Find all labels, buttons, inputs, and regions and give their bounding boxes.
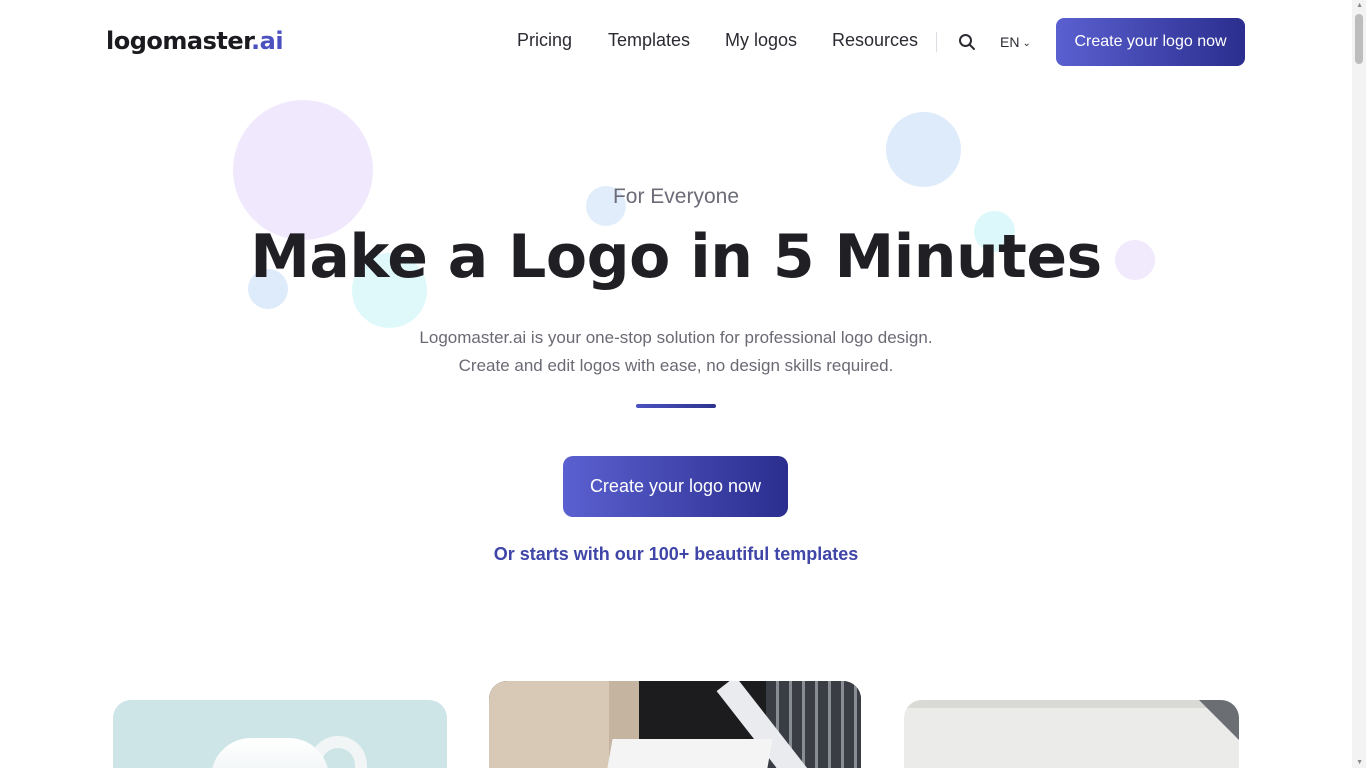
site-header: logomaster.ai Pricing Templates My logos… xyxy=(0,0,1352,84)
scrollbar-thumb[interactable] xyxy=(1355,14,1363,64)
building-wall-image xyxy=(489,681,609,768)
logo-main-text: logomaster xyxy=(106,27,252,55)
showcase-card-building[interactable] xyxy=(489,681,861,768)
showcase-card-paper[interactable] xyxy=(904,700,1239,768)
showcase-card-mug[interactable] xyxy=(113,700,447,768)
hero-subtitle-line-1: Logomaster.ai is your one-stop solution … xyxy=(419,328,933,347)
nav-resources[interactable]: Resources xyxy=(832,30,918,51)
header-create-logo-button[interactable]: Create your logo now xyxy=(1056,18,1245,66)
decor-circle xyxy=(233,100,373,240)
nav-templates[interactable]: Templates xyxy=(608,30,690,51)
scroll-down-arrow-icon[interactable]: ▼ xyxy=(1356,759,1363,766)
hero-headline: Make a Logo in 5 Minutes xyxy=(250,222,1102,292)
page-scrollbar[interactable]: ▲ ▼ xyxy=(1352,0,1366,768)
decor-circle xyxy=(886,112,961,187)
language-selector[interactable]: EN ⌄ xyxy=(1000,34,1031,50)
site-logo[interactable]: logomaster.ai xyxy=(106,27,284,55)
nav-my-logos[interactable]: My logos xyxy=(725,30,797,51)
hero-create-logo-button[interactable]: Create your logo now xyxy=(563,456,788,517)
chevron-down-icon: ⌄ xyxy=(1022,38,1031,49)
search-icon[interactable] xyxy=(958,33,976,51)
templates-link[interactable]: Or starts with our 100+ beautiful templa… xyxy=(0,544,1352,565)
hero-eyebrow: For Everyone xyxy=(612,185,740,208)
paper-corner-image xyxy=(1199,700,1239,740)
language-label: EN xyxy=(1000,34,1020,50)
logo-accent-text: .ai xyxy=(251,27,284,55)
nav-divider xyxy=(936,32,937,52)
mug-image xyxy=(211,738,329,768)
paper-edge-image xyxy=(904,700,1239,708)
hero-subtitle-line-2: Create and edit logos with ease, no desi… xyxy=(458,356,894,375)
nav-pricing[interactable]: Pricing xyxy=(517,30,572,51)
scroll-up-arrow-icon[interactable]: ▲ xyxy=(1356,2,1363,9)
building-sign-image xyxy=(605,739,773,768)
hero-accent-divider xyxy=(636,404,716,408)
